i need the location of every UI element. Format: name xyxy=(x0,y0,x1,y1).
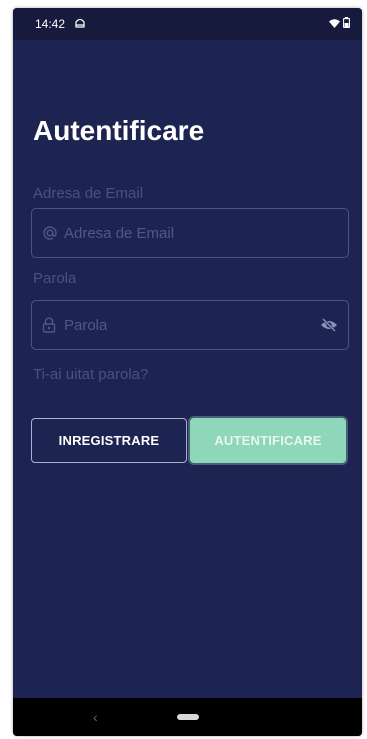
home-pill-icon[interactable] xyxy=(176,714,199,720)
wifi-icon xyxy=(329,17,340,31)
navigation-bar: ‹ xyxy=(13,698,362,736)
status-time: 14:42 xyxy=(35,17,66,31)
eye-off-icon[interactable] xyxy=(320,317,338,333)
status-icons xyxy=(329,17,351,31)
android-debug-icon xyxy=(75,17,85,31)
forgot-password-link[interactable]: Ti-ai uitat parola? xyxy=(33,366,148,383)
login-button[interactable]: AUTENTIFICARE xyxy=(190,418,346,463)
lock-icon xyxy=(42,317,60,333)
email-field[interactable]: Adresa de Email xyxy=(31,208,349,258)
back-chevron-icon[interactable]: ‹ xyxy=(93,709,98,725)
register-button[interactable]: INREGISTRARE xyxy=(31,418,187,463)
phone-screen: 14:42 Autentificare Adresa de Email Adre… xyxy=(13,8,362,736)
password-field[interactable]: Parola xyxy=(31,300,349,350)
status-bar: 14:42 xyxy=(13,8,362,40)
email-label: Adresa de Email xyxy=(33,185,144,202)
password-placeholder: Parola xyxy=(64,316,108,334)
at-icon xyxy=(42,225,60,241)
password-label: Parola xyxy=(33,270,77,287)
email-placeholder: Adresa de Email xyxy=(64,224,175,242)
page-title: Autentificare xyxy=(33,115,205,146)
battery-icon xyxy=(342,17,351,31)
